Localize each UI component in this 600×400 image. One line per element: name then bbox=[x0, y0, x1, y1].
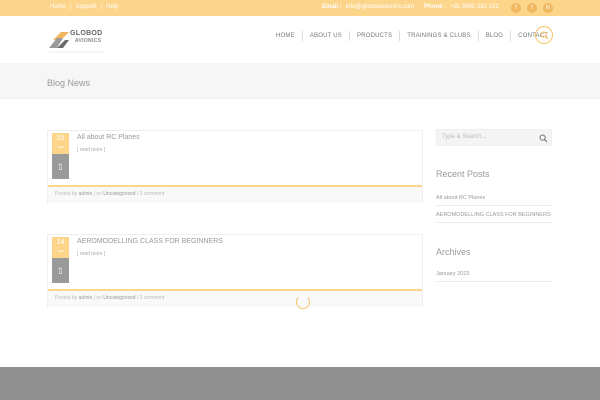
top-links: Home | Support | Help bbox=[50, 4, 119, 10]
blog-post: 14 Jan ▯ AEROMODELLING CLASS FOR BEGINNE… bbox=[47, 234, 423, 307]
search-icon[interactable] bbox=[539, 134, 548, 143]
post-comments-link[interactable]: | 0 comment bbox=[137, 191, 164, 197]
read-more-link[interactable]: [ read more ] bbox=[77, 251, 105, 257]
document-icon: ▯ bbox=[52, 154, 69, 179]
social-icons: f t in bbox=[511, 3, 553, 13]
logo-subtext: AVIONICS bbox=[75, 38, 102, 44]
post-day: 14 bbox=[56, 239, 65, 246]
search-icon bbox=[540, 31, 549, 40]
facebook-icon[interactable]: f bbox=[511, 3, 521, 13]
nav-about-us[interactable]: ABOUT US bbox=[303, 31, 350, 41]
main-nav: HOME ABOUT US PRODUCTS TRAININGS & CLUBS… bbox=[269, 31, 555, 41]
post-comments-link[interactable]: | 0 comment bbox=[137, 295, 164, 301]
footer bbox=[0, 367, 600, 400]
nav-home[interactable]: HOME bbox=[269, 31, 303, 41]
post-meta: Posted by admin | on Uncategorized | 0 c… bbox=[48, 291, 422, 307]
post-author-link[interactable]: admin bbox=[79, 295, 93, 301]
post-title[interactable]: AEROMODELLING CLASS FOR BEGINNERS bbox=[77, 238, 223, 245]
nav-trainings-clubs[interactable]: TRAININGS & CLUBS bbox=[400, 31, 479, 41]
page-title: Blog News bbox=[47, 78, 91, 88]
sidebar-divider bbox=[436, 222, 552, 223]
email-value[interactable]: info@globodavionics.com bbox=[346, 4, 414, 10]
post-title[interactable]: All about RC Planes bbox=[77, 134, 140, 141]
recent-post-link[interactable]: All about RC Planes bbox=[436, 195, 485, 201]
archive-link[interactable]: January 2023 bbox=[436, 271, 469, 277]
linkedin-icon[interactable]: in bbox=[543, 3, 553, 13]
post-date-badge: 14 Jan bbox=[52, 237, 69, 258]
nav-blog[interactable]: BLOG bbox=[479, 31, 512, 41]
email-label: Email : bbox=[322, 4, 342, 10]
post-date-badge: 20 Jan bbox=[52, 133, 69, 154]
post-month: Jan bbox=[57, 248, 64, 253]
top-link-home[interactable]: Home bbox=[50, 4, 66, 10]
post-author-link[interactable]: admin bbox=[79, 191, 93, 197]
blog-post: 20 Jan ▯ All about RC Planes [ read more… bbox=[47, 130, 423, 203]
logo-text: GLOBOD bbox=[70, 30, 103, 37]
page-title-band: Blog News bbox=[0, 63, 600, 99]
sidebar-divider bbox=[436, 281, 552, 282]
phone-label: Phone : bbox=[424, 4, 447, 10]
top-bar: Home | Support | Help Email : info@globo… bbox=[0, 0, 600, 16]
phone-value: +91 9900 281 131 bbox=[450, 4, 499, 10]
recent-post-link[interactable]: AEROMODELLING CLASS FOR BEGINNERS bbox=[436, 212, 551, 218]
read-more-link[interactable]: [ read more ] bbox=[77, 147, 105, 153]
document-icon: ▯ bbox=[52, 258, 69, 283]
recent-posts-heading: Recent Posts bbox=[436, 169, 490, 179]
post-category-link[interactable]: Uncategorized bbox=[103, 295, 135, 301]
site-header: GLOBOD AVIONICS HOME ABOUT US PRODUCTS T… bbox=[0, 16, 600, 63]
post-meta: Posted by admin | on Uncategorized | 0 c… bbox=[48, 187, 422, 203]
twitter-icon[interactable]: t bbox=[527, 3, 537, 13]
search-placeholder: Type & Search... bbox=[442, 134, 487, 140]
top-link-help[interactable]: Help bbox=[106, 4, 118, 10]
sidebar-search-input[interactable]: Type & Search... bbox=[436, 129, 552, 146]
post-category-link[interactable]: Uncategorized bbox=[103, 191, 135, 197]
header-search-button[interactable] bbox=[535, 26, 553, 44]
nav-products[interactable]: PRODUCTS bbox=[350, 31, 401, 41]
loading-spinner-icon bbox=[296, 295, 310, 309]
top-link-support[interactable]: Support bbox=[76, 4, 97, 10]
contact-info: Email : info@globodavionics.com Phone : … bbox=[322, 4, 499, 10]
sidebar-divider bbox=[436, 205, 552, 206]
post-day: 20 bbox=[56, 135, 65, 142]
post-month: Jan bbox=[57, 144, 64, 149]
archives-heading: Archives bbox=[436, 247, 471, 257]
logo[interactable]: GLOBOD AVIONICS bbox=[47, 26, 107, 56]
